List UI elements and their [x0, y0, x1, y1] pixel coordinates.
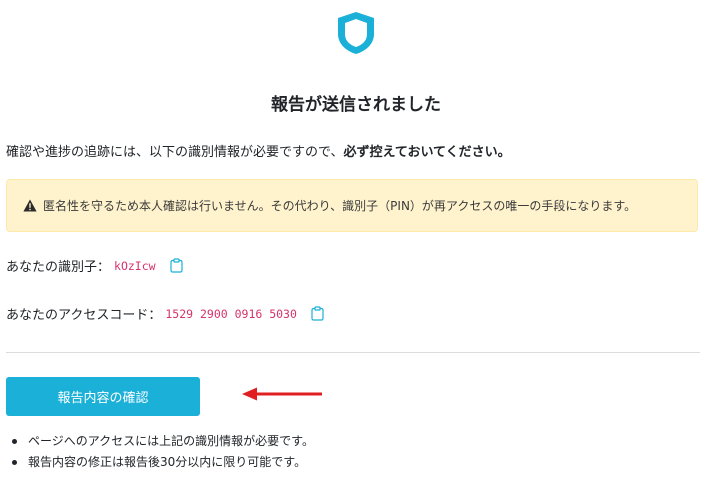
confirm-report-button[interactable]: 報告内容の確認 [6, 377, 200, 416]
warning-text: 匿名性を守るため本人確認は行いません。その代わり、識別子（PIN）が再アクセスの… [43, 199, 637, 213]
warning-triangle-icon [23, 199, 37, 212]
list-item: 報告内容の修正は報告後30分以内に限り可能です。 [8, 452, 314, 473]
page-title: 報告が送信されました [271, 95, 441, 115]
access-code-label: あなたのアクセスコード： [6, 308, 162, 323]
notes-list: ページへのアクセスには上記の識別情報が必要です。 報告内容の修正は報告後30分以… [8, 431, 314, 473]
access-code-row: あなたのアクセスコード： 1529 2900 0916 5030 [6, 304, 324, 323]
identifier-row: あなたの識別子： kOzIcw [6, 256, 183, 275]
intro-emphasis: 必ず控えておいてください。 [343, 145, 511, 160]
red-arrow-annotation [242, 387, 322, 401]
intro-body: 確認や進捗の追跡には、以下の識別情報が必要ですので、 [6, 145, 344, 160]
anonymity-warning: 匿名性を守るため本人確認は行いません。その代わり、識別子（PIN）が再アクセスの… [6, 179, 698, 232]
clipboard-icon[interactable] [169, 258, 183, 273]
clipboard-icon[interactable] [311, 306, 324, 321]
intro-text: 確認や進捗の追跡には、以下の識別情報が必要ですので、必ず控えておいてください。 [6, 144, 511, 162]
section-divider [6, 352, 700, 353]
identifier-value: kOzIcw [114, 258, 156, 273]
identifier-label: あなたの識別子： [6, 260, 111, 275]
shield-icon [338, 12, 374, 54]
report-submitted-page: 報告が送信されました 確認や進捗の追跡には、以下の識別情報が必要ですので、必ず控… [0, 0, 712, 502]
list-item: ページへのアクセスには上記の識別情報が必要です。 [8, 431, 314, 452]
access-code-value: 1529 2900 0916 5030 [165, 306, 297, 321]
